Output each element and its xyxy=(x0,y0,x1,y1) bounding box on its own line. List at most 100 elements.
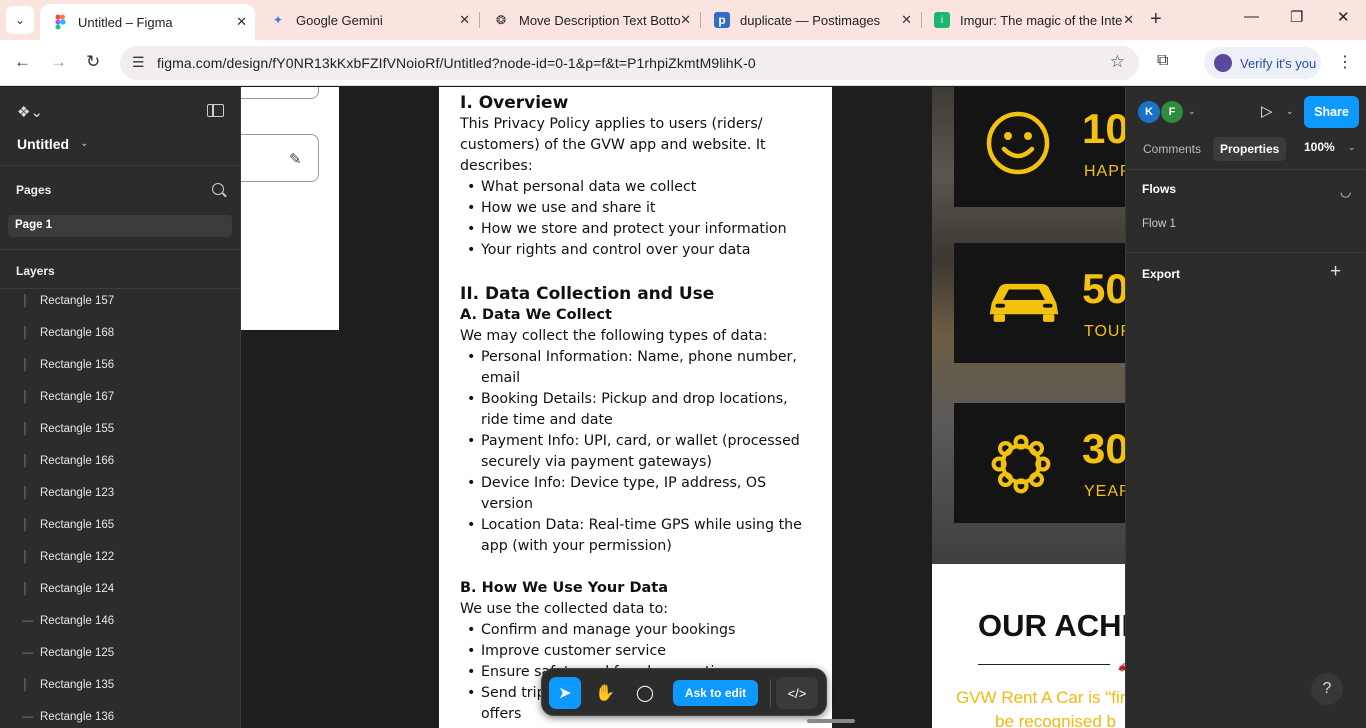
postimages-icon: p xyxy=(714,12,730,28)
tab-search-button[interactable]: ⌄ xyxy=(6,6,34,34)
chevron-down-icon[interactable]: ⌄ xyxy=(1188,106,1196,117)
achievements-frame[interactable]: OUR ACHI 🚗 GVW Rent A Car is "fir be rec… xyxy=(932,564,1125,728)
stat-card: 50 TOUR xyxy=(954,243,1125,363)
new-tab-icon[interactable]: + xyxy=(1150,8,1162,31)
flows-heading: Flows xyxy=(1142,182,1177,196)
frame-form[interactable]: ✎ xyxy=(241,87,339,330)
layer-row[interactable]: │ Rectangle 135 xyxy=(0,669,240,701)
tab-chatgpt[interactable]: ❂ Move Description Text Botto ✕ xyxy=(481,0,699,40)
layer-row[interactable]: │ Rectangle 157 xyxy=(0,285,240,317)
reload-icon[interactable]: ↻ xyxy=(86,52,100,72)
add-export-plus-icon[interactable]: + xyxy=(1330,261,1341,283)
layer-row[interactable]: │ Rectangle 168 xyxy=(0,317,240,349)
extensions-icon[interactable]: ⧉ xyxy=(1157,52,1168,70)
ask-to-edit-button[interactable]: Ask to edit xyxy=(673,680,758,706)
tab-title: Google Gemini xyxy=(296,12,383,28)
input-shape xyxy=(241,87,319,99)
close-icon[interactable]: ✕ xyxy=(680,12,691,28)
tab-imgur[interactable]: i Imgur: The magic of the Inte ✕ xyxy=(922,0,1142,40)
hand-tool-button[interactable]: ✋ xyxy=(589,677,621,709)
avatar[interactable]: K xyxy=(1138,101,1160,123)
help-button[interactable]: ? xyxy=(1311,673,1343,705)
layer-row[interactable]: — Rectangle 146 xyxy=(0,605,240,637)
stats-section-frame[interactable]: 10 HAPP 50 TOUR 30 YEAR xyxy=(932,87,1125,564)
search-icon[interactable] xyxy=(212,183,224,195)
window-close-icon[interactable]: ✕ xyxy=(1337,8,1350,26)
rectangle-layer-icon: │ xyxy=(22,423,29,435)
tab-gemini[interactable]: ✦ Google Gemini ✕ xyxy=(258,0,478,40)
overview-text: This Privacy Policy applies to users (ri… xyxy=(460,116,766,174)
close-icon[interactable]: ✕ xyxy=(901,12,912,28)
rectangle-layer-icon: │ xyxy=(22,551,29,563)
toolbar-divider xyxy=(770,679,771,707)
rectangle-layer-icon: │ xyxy=(22,359,29,371)
line-layer-icon: — xyxy=(22,615,33,627)
close-icon[interactable]: ✕ xyxy=(236,14,247,30)
divider xyxy=(1126,169,1366,170)
stat-number: 10 xyxy=(1082,105,1125,152)
layer-row[interactable]: │ Rectangle 124 xyxy=(0,573,240,605)
list-item: Payment Info: UPI, card, or wallet (proc… xyxy=(460,431,816,473)
sidebar-toggle-icon[interactable] xyxy=(207,104,224,117)
back-icon[interactable]: ← xyxy=(14,52,31,72)
tab-properties[interactable]: Properties xyxy=(1213,137,1287,161)
hide-eye-icon[interactable]: ◡ xyxy=(1340,184,1351,200)
close-icon[interactable]: ✕ xyxy=(1123,12,1134,28)
url-text[interactable]: figma.com/design/fY0NR13kKxbFZIfVNoioRf/… xyxy=(157,55,756,71)
list-item: Improve customer service xyxy=(460,641,816,662)
verify-profile-button[interactable]: Verify it's you xyxy=(1204,47,1321,79)
restore-icon[interactable]: ❐ xyxy=(1290,8,1303,26)
design-canvas[interactable]: ✎ I. Overview This Privacy Policy applie… xyxy=(241,87,1125,728)
bottom-toolbar: ➤ ✋ ◯ Ask to edit </> xyxy=(541,668,827,716)
list-item: What personal data we collect xyxy=(460,177,816,198)
layer-row[interactable]: │ Rectangle 165 xyxy=(0,509,240,541)
tab-figma[interactable]: Untitled – Figma ✕ xyxy=(40,4,255,40)
layer-name: Rectangle 168 xyxy=(40,327,115,339)
dev-mode-button[interactable]: </> xyxy=(776,677,818,709)
layer-row[interactable]: — Rectangle 125 xyxy=(0,637,240,669)
flow-item[interactable]: Flow 1 xyxy=(1142,218,1176,230)
use-subheading: B. How We Use Your Data xyxy=(460,580,668,596)
gemini-icon: ✦ xyxy=(272,13,284,27)
line-layer-icon: — xyxy=(22,711,33,723)
page-item-page-1[interactable]: Page 1 xyxy=(8,215,232,237)
chevron-down-icon[interactable]: ⌄ xyxy=(80,138,88,149)
chevron-down-icon[interactable]: ⌄ xyxy=(1286,106,1294,117)
site-info-icon[interactable]: ☰ xyxy=(132,54,145,71)
layer-row[interactable]: │ Rectangle 156 xyxy=(0,349,240,381)
tab-postimages[interactable]: p duplicate — Postimages ✕ xyxy=(702,0,920,40)
list-item: How we store and protect your informatio… xyxy=(460,219,816,240)
minimize-icon[interactable]: — xyxy=(1244,8,1259,25)
layer-row[interactable]: │ Rectangle 123 xyxy=(0,477,240,509)
comment-tool-button[interactable]: ◯ xyxy=(629,677,661,709)
layer-row[interactable]: │ Rectangle 166 xyxy=(0,445,240,477)
layer-name: Rectangle 157 xyxy=(40,295,115,307)
chevron-down-icon[interactable]: ⌄ xyxy=(1348,142,1356,153)
file-name[interactable]: Untitled xyxy=(17,136,69,152)
layer-row[interactable]: │ Rectangle 167 xyxy=(0,381,240,413)
url-bar[interactable]: ☰ figma.com/design/fY0NR13kKxbFZIfVNoioR… xyxy=(120,46,1139,80)
layer-name: Rectangle 135 xyxy=(40,679,115,691)
layer-row[interactable]: — Rectangle 136 xyxy=(0,701,240,728)
bookmark-star-icon[interactable]: ☆ xyxy=(1110,52,1125,72)
layer-name: Rectangle 167 xyxy=(40,391,115,403)
collect-intro: We may collect the following types of da… xyxy=(460,328,768,344)
horizontal-scrollbar[interactable] xyxy=(807,719,855,723)
layer-row[interactable]: │ Rectangle 155 xyxy=(0,413,240,445)
zoom-level[interactable]: 100% xyxy=(1304,140,1335,154)
close-icon[interactable]: ✕ xyxy=(459,12,470,28)
rectangle-layer-icon: │ xyxy=(22,295,29,307)
car-icon: 🚗 xyxy=(1118,658,1125,672)
rectangle-layer-icon: │ xyxy=(22,519,29,531)
share-button[interactable]: Share xyxy=(1304,96,1359,128)
avatar[interactable]: F xyxy=(1161,101,1183,123)
forward-icon[interactable]: → xyxy=(50,52,67,72)
tab-comments[interactable]: Comments xyxy=(1136,137,1208,161)
privacy-policy-frame[interactable]: I. Overview This Privacy Policy applies … xyxy=(439,87,832,728)
layer-name: Rectangle 165 xyxy=(40,519,115,531)
figma-menu-icon[interactable]: ❖⌄ xyxy=(17,103,43,121)
browser-menu-icon[interactable]: ⋮ xyxy=(1337,52,1353,72)
present-play-icon[interactable]: ▷ xyxy=(1261,102,1273,120)
move-tool-button[interactable]: ➤ xyxy=(549,677,581,709)
layer-row[interactable]: │ Rectangle 122 xyxy=(0,541,240,573)
